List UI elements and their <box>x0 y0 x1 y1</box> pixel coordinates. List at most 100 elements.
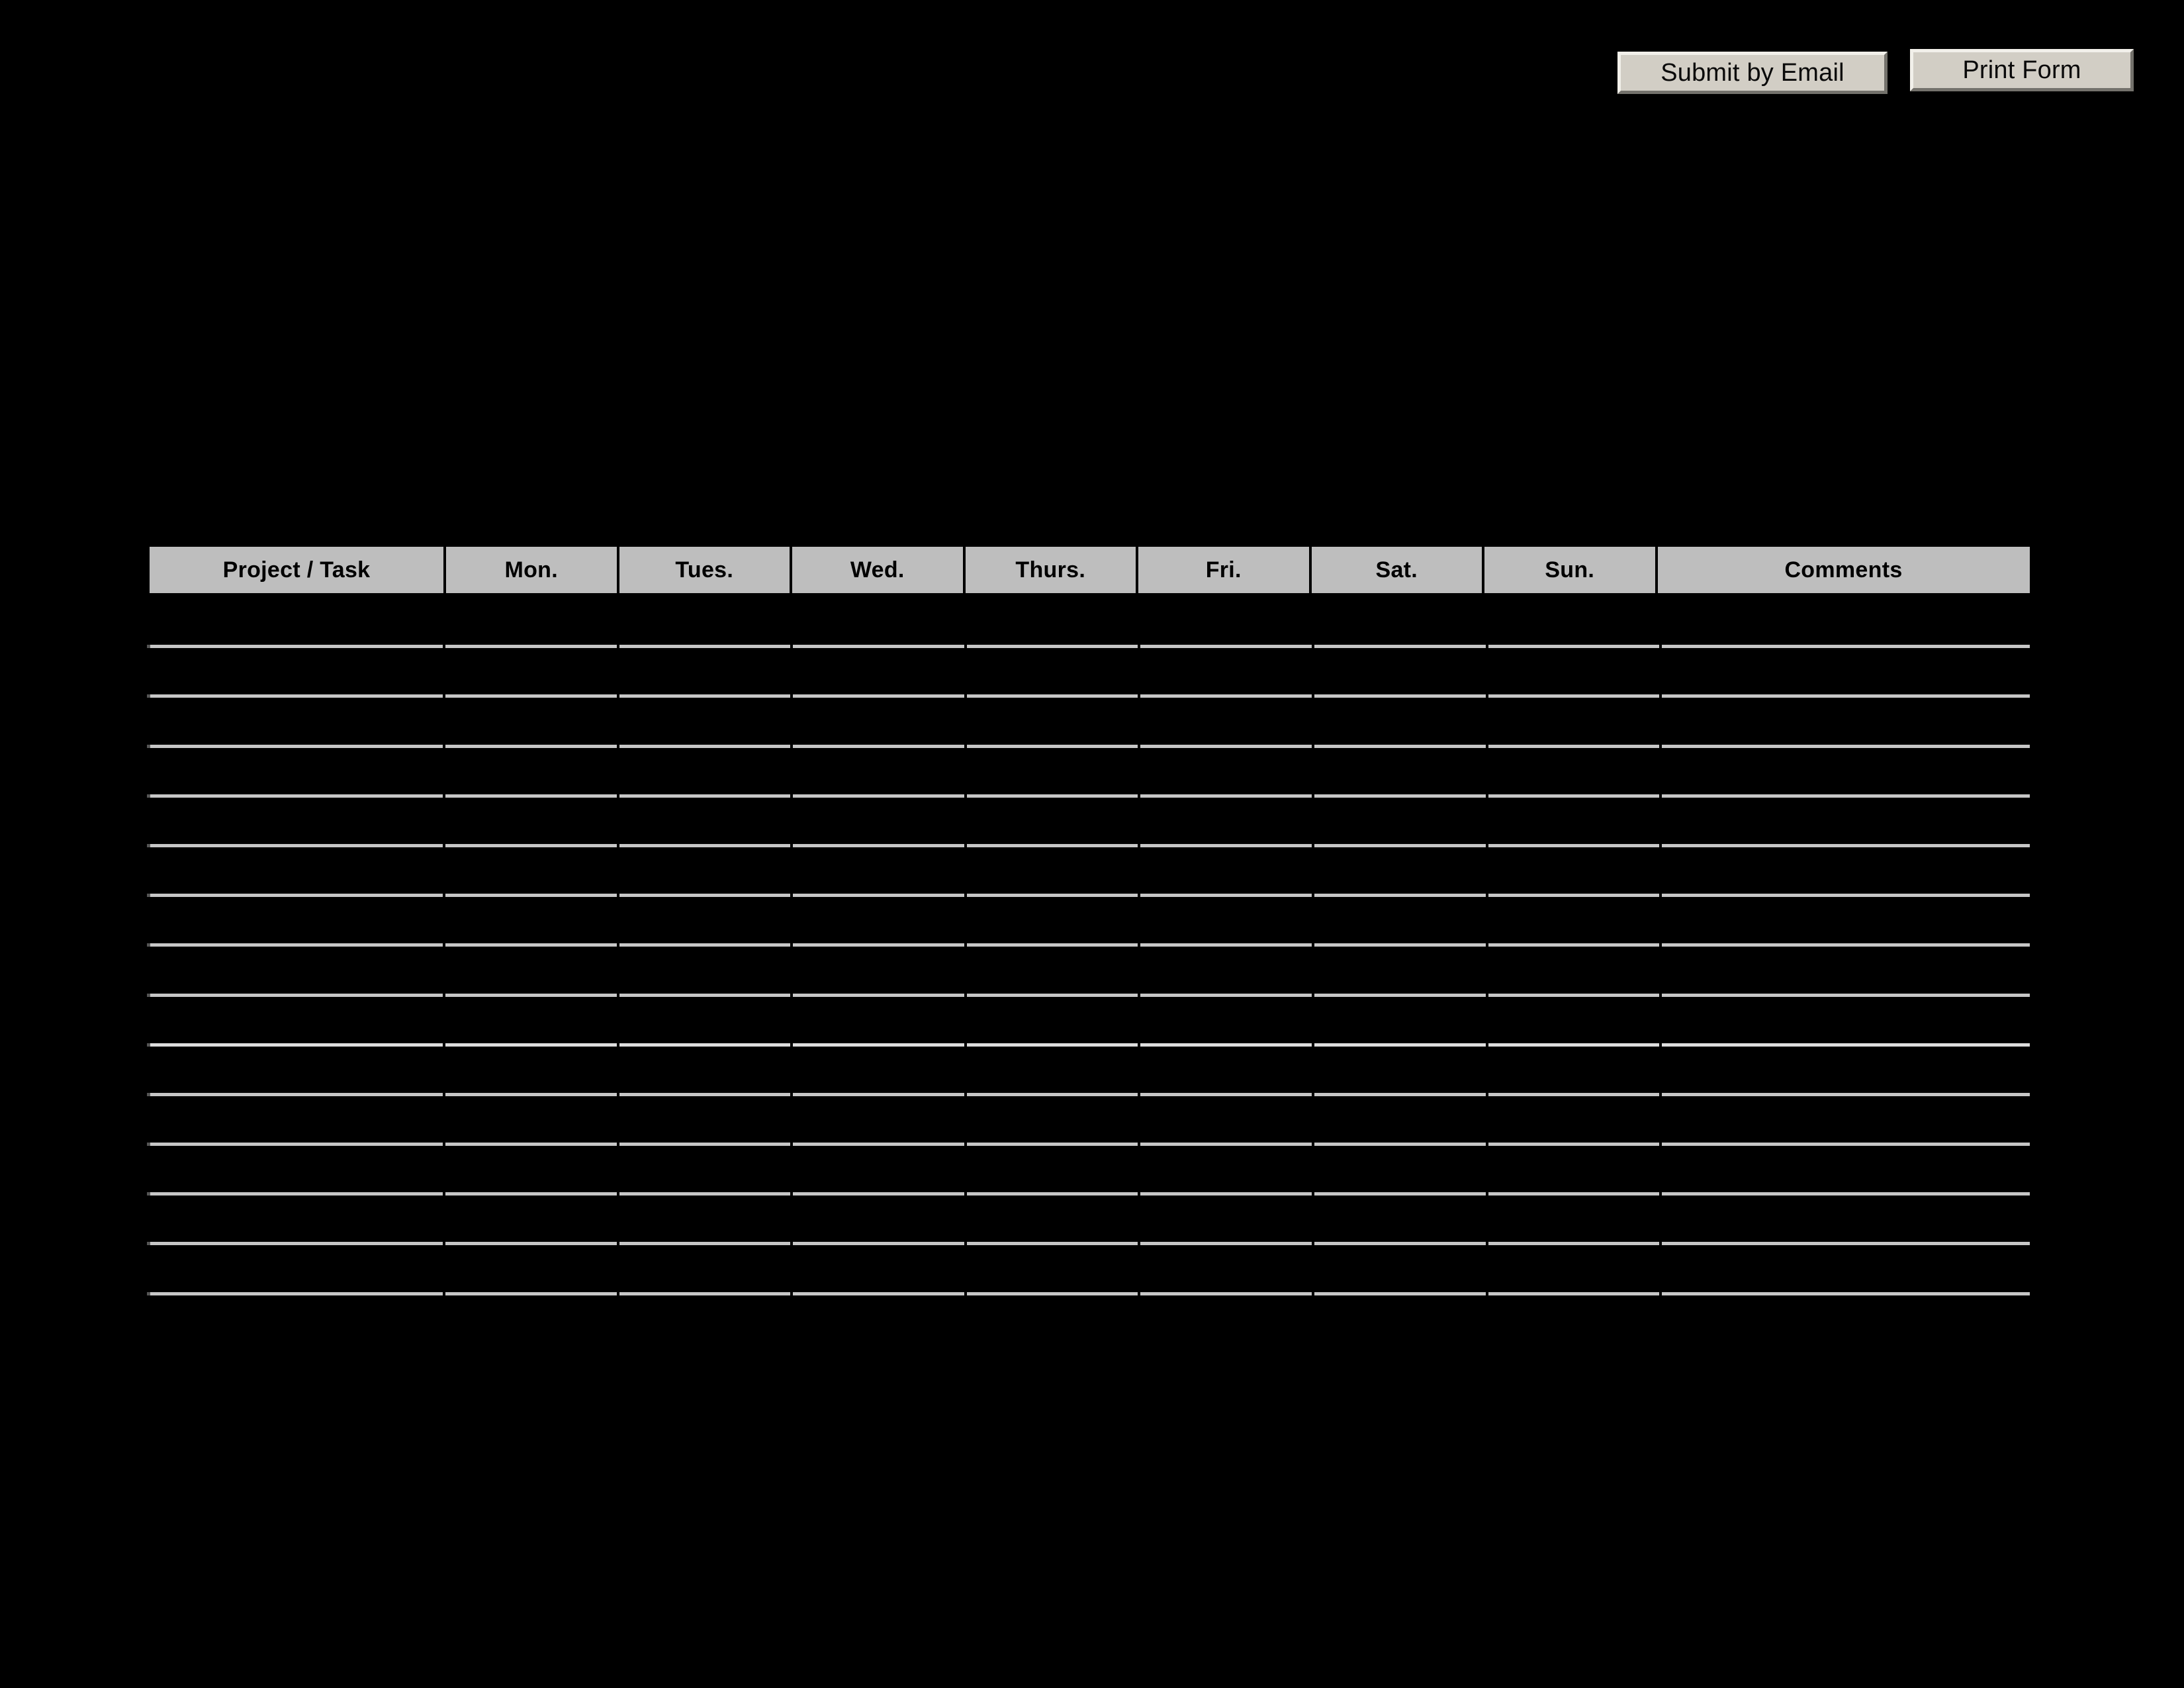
field-tues[interactable] <box>619 897 791 947</box>
field-wed[interactable] <box>793 648 964 698</box>
field-fri[interactable] <box>1140 947 1312 997</box>
field-sat[interactable] <box>1314 897 1486 947</box>
field-sat[interactable] <box>1314 947 1486 997</box>
field-sat[interactable] <box>1314 1196 1486 1246</box>
field-task[interactable] <box>146 748 443 798</box>
field-sat[interactable] <box>1314 997 1486 1047</box>
field-fri[interactable] <box>1140 748 1312 798</box>
field-sun[interactable] <box>1488 648 1660 698</box>
field-fri[interactable] <box>1140 1047 1312 1096</box>
field-wed[interactable] <box>793 748 964 798</box>
field-wed[interactable] <box>793 798 964 847</box>
field-thurs[interactable] <box>966 798 1138 847</box>
field-task[interactable] <box>146 1146 443 1196</box>
field-task[interactable] <box>146 897 443 947</box>
field-wed[interactable] <box>793 847 964 898</box>
field-tues[interactable] <box>619 997 791 1047</box>
field-sun[interactable] <box>1488 598 1660 649</box>
field-task[interactable] <box>146 698 443 748</box>
field-tues[interactable] <box>619 698 791 748</box>
field-sat[interactable] <box>1314 798 1486 847</box>
field-thurs[interactable] <box>966 1245 1138 1295</box>
field-mon[interactable] <box>445 1146 617 1196</box>
field-wed[interactable] <box>793 897 964 947</box>
field-tues[interactable] <box>619 847 791 898</box>
field-comments[interactable] <box>1662 1047 2030 1096</box>
field-thurs[interactable] <box>966 847 1138 898</box>
field-mon[interactable] <box>445 1196 617 1246</box>
field-tues[interactable] <box>619 1146 791 1196</box>
field-thurs[interactable] <box>966 947 1138 997</box>
field-task[interactable] <box>146 598 443 649</box>
field-sun[interactable] <box>1488 1146 1660 1196</box>
field-sat[interactable] <box>1314 1047 1486 1096</box>
field-wed[interactable] <box>793 698 964 748</box>
field-mon[interactable] <box>445 1096 617 1147</box>
field-comments[interactable] <box>1662 1096 2030 1147</box>
field-mon[interactable] <box>445 947 617 997</box>
field-tues[interactable] <box>619 748 791 798</box>
field-sun[interactable] <box>1488 798 1660 847</box>
field-thurs[interactable] <box>966 897 1138 947</box>
field-sat[interactable] <box>1314 598 1486 649</box>
field-sat[interactable] <box>1314 648 1486 698</box>
field-sat[interactable] <box>1314 1096 1486 1147</box>
field-sun[interactable] <box>1488 1245 1660 1295</box>
field-comments[interactable] <box>1662 997 2030 1047</box>
field-comments[interactable] <box>1662 947 2030 997</box>
field-comments[interactable] <box>1662 1196 2030 1246</box>
field-wed[interactable] <box>793 1196 964 1246</box>
field-thurs[interactable] <box>966 1096 1138 1147</box>
field-tues[interactable] <box>619 1245 791 1295</box>
field-mon[interactable] <box>445 997 617 1047</box>
field-tues[interactable] <box>619 798 791 847</box>
field-wed[interactable] <box>793 947 964 997</box>
field-task[interactable] <box>146 847 443 898</box>
field-tues[interactable] <box>619 1096 791 1147</box>
field-mon[interactable] <box>445 798 617 847</box>
field-task[interactable] <box>146 1096 443 1147</box>
field-mon[interactable] <box>445 598 617 649</box>
field-sun[interactable] <box>1488 1047 1660 1096</box>
field-wed[interactable] <box>793 598 964 649</box>
field-fri[interactable] <box>1140 798 1312 847</box>
field-thurs[interactable] <box>966 1047 1138 1096</box>
field-sat[interactable] <box>1314 1146 1486 1196</box>
field-sat[interactable] <box>1314 748 1486 798</box>
field-fri[interactable] <box>1140 1196 1312 1246</box>
print-form-button[interactable]: Print Form <box>1910 49 2134 91</box>
field-tues[interactable] <box>619 648 791 698</box>
field-task[interactable] <box>146 1245 443 1295</box>
field-mon[interactable] <box>445 748 617 798</box>
field-comments[interactable] <box>1662 748 2030 798</box>
field-task[interactable] <box>146 648 443 698</box>
field-mon[interactable] <box>445 847 617 898</box>
field-sun[interactable] <box>1488 1196 1660 1246</box>
field-wed[interactable] <box>793 997 964 1047</box>
field-tues[interactable] <box>619 947 791 997</box>
field-fri[interactable] <box>1140 847 1312 898</box>
field-fri[interactable] <box>1140 997 1312 1047</box>
field-thurs[interactable] <box>966 648 1138 698</box>
field-thurs[interactable] <box>966 698 1138 748</box>
field-sun[interactable] <box>1488 748 1660 798</box>
field-fri[interactable] <box>1140 1146 1312 1196</box>
field-sun[interactable] <box>1488 1096 1660 1147</box>
field-fri[interactable] <box>1140 1096 1312 1147</box>
field-task[interactable] <box>146 997 443 1047</box>
field-sat[interactable] <box>1314 847 1486 898</box>
field-sun[interactable] <box>1488 997 1660 1047</box>
field-tues[interactable] <box>619 1196 791 1246</box>
field-comments[interactable] <box>1662 598 2030 649</box>
field-fri[interactable] <box>1140 598 1312 649</box>
field-mon[interactable] <box>445 1245 617 1295</box>
field-thurs[interactable] <box>966 748 1138 798</box>
field-tues[interactable] <box>619 1047 791 1096</box>
field-fri[interactable] <box>1140 648 1312 698</box>
field-mon[interactable] <box>445 1047 617 1096</box>
field-task[interactable] <box>146 1047 443 1097</box>
field-sun[interactable] <box>1488 698 1660 748</box>
field-thurs[interactable] <box>966 598 1138 649</box>
field-thurs[interactable] <box>966 997 1138 1047</box>
field-comments[interactable] <box>1662 897 2030 947</box>
